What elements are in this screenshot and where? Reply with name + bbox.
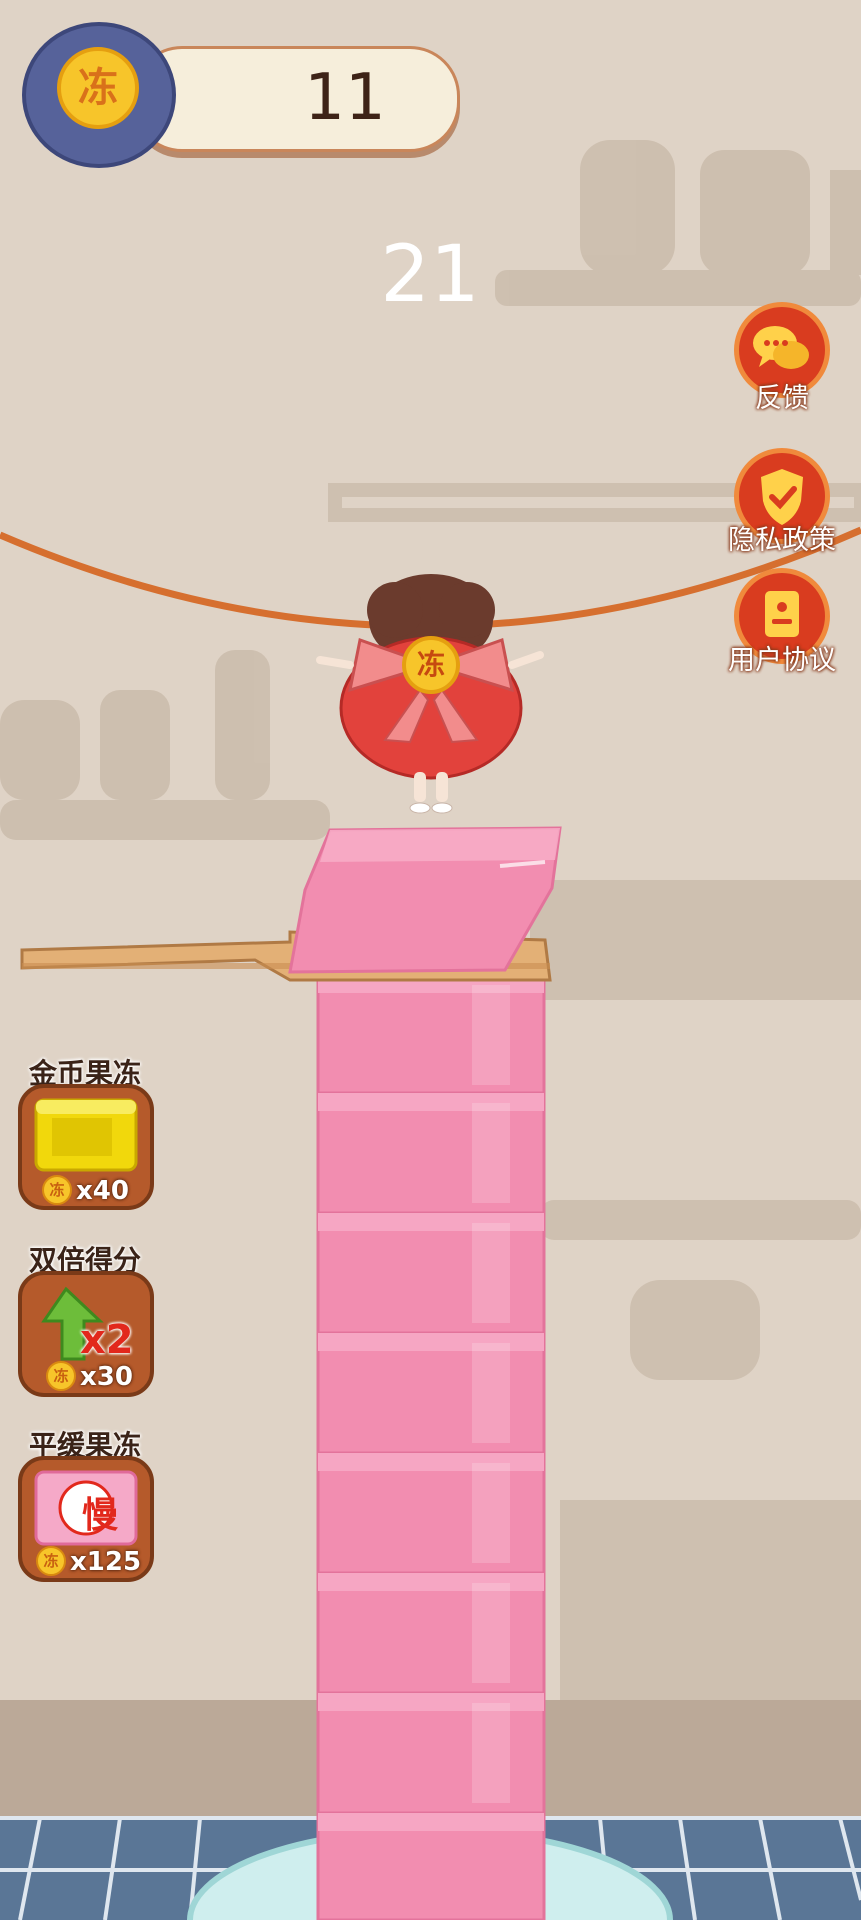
double-score-badge: x2 (80, 1317, 134, 1363)
powerup-slow-jelly[interactable]: 平缓果冻 慢 冻 x125 (18, 1420, 168, 1585)
feedback-label: 反馈 (755, 383, 809, 414)
jelly-block (316, 1211, 546, 1335)
powerup-double-score[interactable]: 双倍得分 x2 冻 x30 (18, 1235, 168, 1400)
coin-glyph: 冻 (78, 65, 118, 111)
powerup-cost: x125 (70, 1547, 142, 1577)
jelly-block (316, 1091, 546, 1215)
agreement-label: 用户协议 (728, 645, 836, 676)
coin-icon: 冻 (42, 1175, 72, 1205)
privacy-policy-button[interactable]: 隐私政策 (728, 448, 836, 558)
privacy-label: 隐私政策 (728, 525, 836, 556)
height-score: 21 (380, 230, 480, 320)
jelly-block (316, 1811, 546, 1920)
powerup-cost: x30 (80, 1362, 133, 1392)
coin-icon: 冻 (46, 1361, 76, 1391)
powerup-gold-jelly[interactable]: 金币果冻 冻 x40 (18, 1048, 168, 1213)
feedback-button[interactable]: 反馈 (734, 302, 830, 414)
jelly-block (316, 1571, 546, 1695)
coin-icon: 冻 (36, 1546, 66, 1576)
jelly-block (316, 1331, 546, 1455)
slow-badge-glyph: 慢 (81, 1495, 118, 1536)
powerup-cost: x40 (76, 1176, 129, 1206)
jelly-block (316, 1691, 546, 1815)
user-agreement-button[interactable]: 用户协议 (728, 568, 836, 678)
coin-count: 11 (304, 61, 386, 135)
jelly-block (316, 973, 546, 1095)
character-badge-glyph: 冻 (416, 648, 445, 681)
jelly-tower (316, 973, 546, 1920)
jelly-block (316, 1451, 546, 1575)
